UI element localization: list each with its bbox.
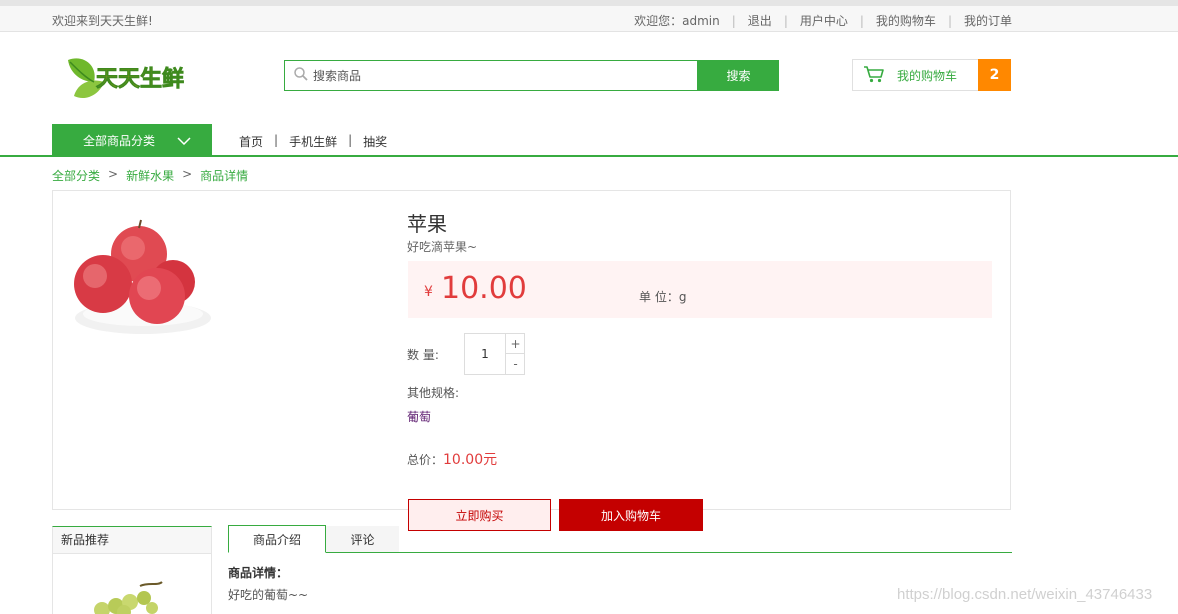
detail-title: 商品详情：: [228, 566, 289, 580]
cart-count-badge: 2: [978, 59, 1011, 91]
breadcrumb-current: 商品详情: [200, 169, 249, 183]
search-bar: 搜索: [284, 60, 779, 91]
product-unit: 单 位：g: [639, 290, 687, 304]
quantity-plus-button[interactable]: +: [505, 334, 525, 354]
breadcrumb-fruit[interactable]: 新鲜水果: [126, 167, 174, 184]
nav-mobile-fresh[interactable]: 手机生鲜: [289, 133, 337, 150]
tab-comments[interactable]: 评论: [326, 526, 399, 552]
other-specs-label: 其他规格:: [407, 386, 460, 400]
product-description: 好吃滴苹果~: [407, 240, 478, 254]
user-center-link[interactable]: 用户中心: [800, 12, 848, 29]
tab-product-intro[interactable]: 商品介绍: [228, 525, 326, 553]
spec-link-grape[interactable]: 葡萄: [407, 408, 431, 425]
total-label: 总价：: [407, 453, 444, 467]
add-to-cart-button[interactable]: 加入购物车: [559, 499, 703, 531]
detail-text: 好吃的葡萄~~: [228, 588, 309, 602]
logo-text: 天天生鲜: [96, 67, 184, 92]
cart-label: 我的购物车: [897, 68, 958, 83]
breadcrumb-all[interactable]: 全部分类: [52, 167, 100, 184]
all-categories-label: 全部商品分类: [83, 134, 156, 148]
tab-divider: [228, 552, 1012, 553]
cart-icon: [853, 65, 885, 86]
product-name: 苹果: [407, 212, 447, 236]
username: admin: [682, 13, 720, 28]
watermark: https://blog.csdn.net/weixin_43746433: [897, 586, 1153, 603]
currency-symbol: ¥: [424, 284, 433, 300]
site-logo[interactable]: 天天生鲜: [64, 52, 190, 104]
my-orders-link[interactable]: 我的订单: [964, 12, 1012, 29]
total-value: 10.00元: [443, 452, 498, 468]
nav-lottery[interactable]: 抽奖: [363, 133, 387, 150]
new-products-title: 新品推荐: [53, 527, 211, 554]
breadcrumb: 全部分类 > 新鲜水果 > 商品详情: [52, 167, 249, 184]
quantity-minus-button[interactable]: -: [505, 354, 525, 374]
product-price: 10.00: [441, 271, 527, 306]
quantity-label: 数 量:: [407, 348, 439, 362]
my-cart-link[interactable]: 我的购物车: [876, 12, 936, 29]
nav-home[interactable]: 首页: [239, 133, 263, 150]
search-input[interactable]: [313, 62, 683, 89]
price-box: ¥ 10.00 单 位：g: [408, 261, 992, 318]
welcome-text: 欢迎来到天天生鲜!: [52, 14, 153, 28]
recommended-product-image[interactable]: [88, 580, 168, 614]
quantity-stepper: 1 + -: [464, 333, 525, 375]
all-categories-menu[interactable]: 全部商品分类: [52, 124, 212, 157]
chevron-down-icon: [155, 134, 191, 148]
total-price: 总价： 10.00元: [407, 449, 497, 469]
greeting-text: 欢迎您：: [634, 14, 683, 28]
top-links: 欢迎您： admin | 退出 | 用户中心 | 我的购物车 | 我的订单: [634, 12, 1012, 29]
main-nav: 首页 | 手机生鲜 | 抽奖: [239, 133, 388, 150]
search-icon: [285, 66, 309, 85]
quantity-input[interactable]: 1: [465, 334, 505, 374]
buy-now-button[interactable]: 立即购买: [408, 499, 551, 531]
cart-button[interactable]: 我的购物车 2: [852, 59, 1011, 91]
logout-link[interactable]: 退出: [748, 12, 772, 29]
top-bar: 欢迎来到天天生鲜! 欢迎您： admin | 退出 | 用户中心 | 我的购物车…: [0, 0, 1178, 32]
product-image: [73, 210, 215, 340]
search-button[interactable]: 搜索: [698, 60, 779, 91]
